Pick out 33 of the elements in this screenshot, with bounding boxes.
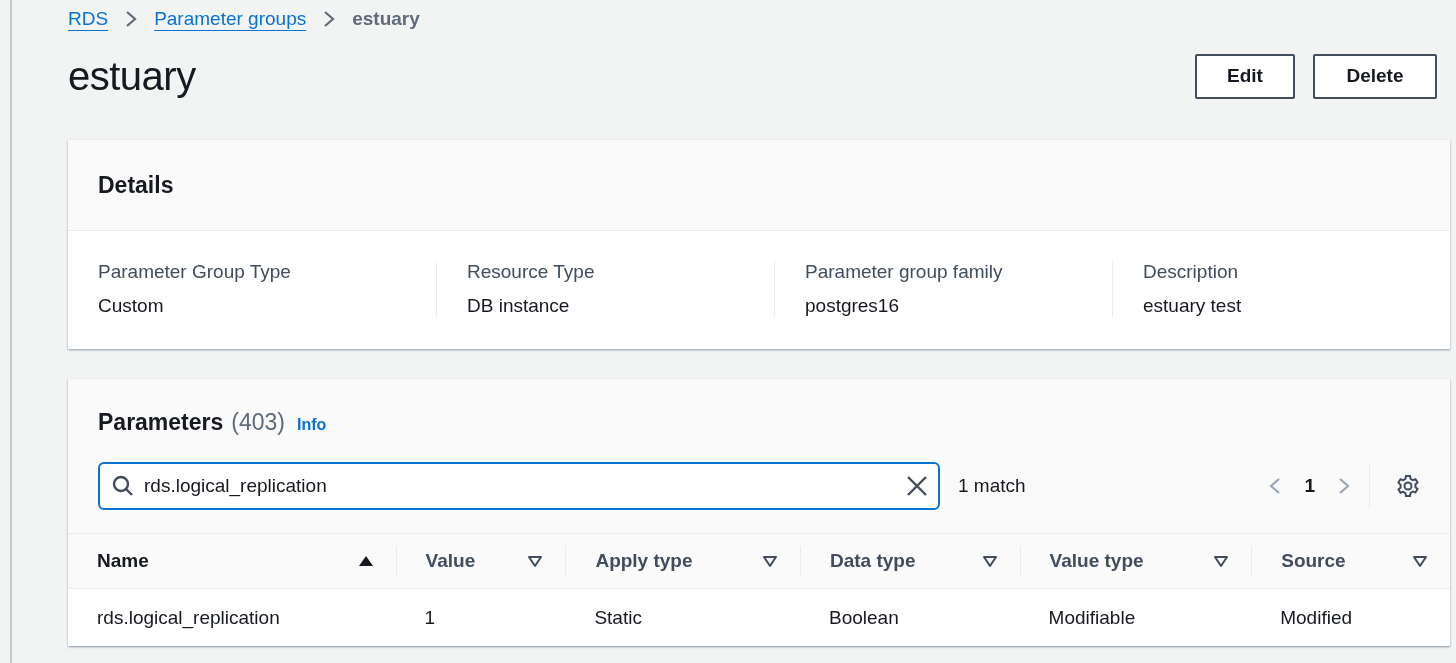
breadcrumb-link[interactable]: RDS xyxy=(68,8,109,30)
field-label: Parameter group family xyxy=(805,261,1004,283)
action-button[interactable]: Edit xyxy=(1195,53,1295,99)
match-count: 1 match xyxy=(958,475,1027,497)
action-button[interactable]: Delete xyxy=(1313,53,1437,99)
breadcrumb-link[interactable]: Parameter groups xyxy=(154,8,307,30)
table-cell: Boolean xyxy=(829,606,899,628)
field-label: Description xyxy=(1143,261,1240,283)
chevron-right-icon xyxy=(124,9,139,29)
card-heading: Details xyxy=(98,171,174,199)
table-cell: Modified xyxy=(1280,606,1353,628)
card-heading: Parameters xyxy=(98,409,224,436)
table-cell: 1 xyxy=(424,606,436,628)
field-value: postgres16 xyxy=(805,295,900,317)
search-icon xyxy=(112,475,134,497)
chevron-right-icon xyxy=(1337,476,1351,496)
field-value: Custom xyxy=(98,295,165,317)
page-number[interactable]: 1 xyxy=(1304,475,1315,497)
parameter-count: (403) xyxy=(231,409,285,436)
field-label: Resource Type xyxy=(467,261,596,283)
table-cell: Static xyxy=(594,606,642,628)
page-title: estuary xyxy=(68,53,197,99)
chevron-right-icon xyxy=(322,9,337,29)
field-value: estuary test xyxy=(1143,295,1243,317)
search-input[interactable]: rds.logical_replication xyxy=(144,475,896,497)
search-field[interactable]: rds.logical_replication xyxy=(98,462,940,510)
field-label: Parameter Group Type xyxy=(98,261,292,283)
table-cell: rds.logical_replication xyxy=(97,606,280,628)
field-value: DB instance xyxy=(467,295,571,317)
table-cell: Modifiable xyxy=(1048,606,1136,628)
breadcrumb-current: estuary xyxy=(352,8,420,30)
clear-button[interactable] xyxy=(906,475,928,497)
info-link[interactable]: Info xyxy=(297,416,327,434)
